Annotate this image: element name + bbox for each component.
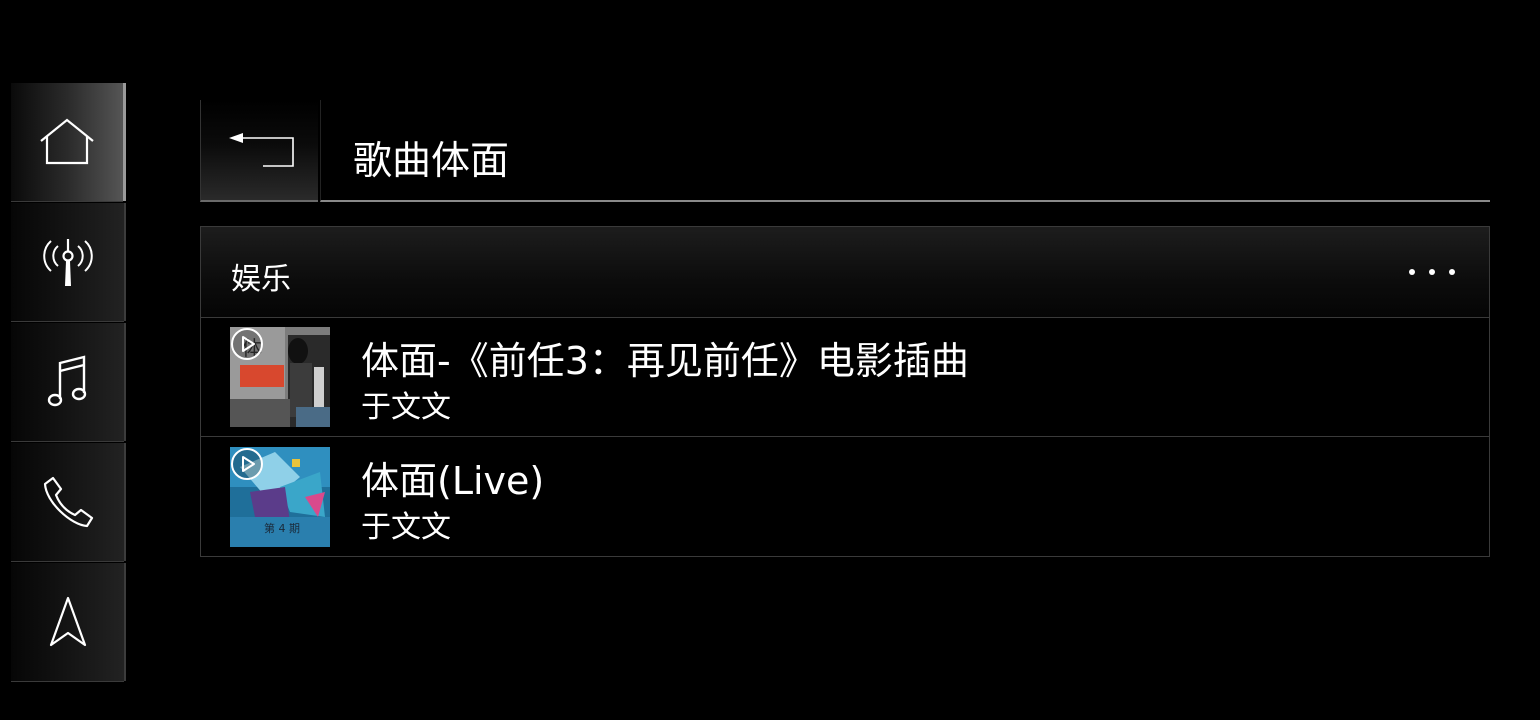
song-artist: 于文文 — [361, 510, 451, 545]
sidebar-item-radio[interactable] — [11, 203, 126, 322]
navigation-arrow-icon — [49, 596, 86, 647]
song-list-item[interactable]: 体 体面-《前任3：再见前任》电影插曲 于文文 — [201, 318, 1489, 437]
sidebar — [11, 83, 128, 682]
song-title: 体面-《前任3：再见前任》电影插曲 — [361, 339, 969, 383]
play-icon — [231, 448, 263, 480]
header-title-bar: 歌曲体面 — [320, 100, 1490, 202]
song-list-panel: 娱乐 体面-《前任3：再见前任》电影插曲 于文文 第 4 期 体面(Live) … — [200, 226, 1490, 557]
back-arrow-icon — [228, 133, 294, 167]
more-options-button[interactable] — [1409, 257, 1455, 287]
album-cover: 第 4 期 — [230, 447, 330, 547]
song-title: 体面(Live) — [361, 459, 545, 503]
sidebar-item-navigation[interactable] — [11, 563, 126, 682]
song-list-item[interactable]: 第 4 期 体面(Live) 于文文 — [201, 438, 1489, 557]
svg-text:第 4 期: 第 4 期 — [264, 521, 300, 535]
page-title: 歌曲体面 — [353, 139, 510, 184]
play-icon — [231, 328, 263, 360]
phone-icon — [43, 476, 93, 528]
sidebar-item-home[interactable] — [11, 83, 126, 202]
list-header: 娱乐 — [201, 227, 1489, 318]
section-label: 娱乐 — [231, 262, 291, 297]
sidebar-item-phone[interactable] — [11, 443, 126, 562]
car-infotainment-screen: 歌曲体面 娱乐 体面-《前任3：再见前任》电影插曲 于文文 第 4 期 体面(L… — [0, 0, 1540, 720]
radio-antenna-icon — [42, 239, 93, 286]
song-artist: 于文文 — [361, 390, 451, 425]
more-dots-icon — [1409, 269, 1415, 275]
back-button[interactable] — [200, 100, 318, 202]
home-icon — [40, 118, 94, 165]
album-cover: 体 — [230, 327, 330, 427]
music-note-icon — [47, 355, 86, 407]
sidebar-item-music[interactable] — [11, 323, 126, 442]
